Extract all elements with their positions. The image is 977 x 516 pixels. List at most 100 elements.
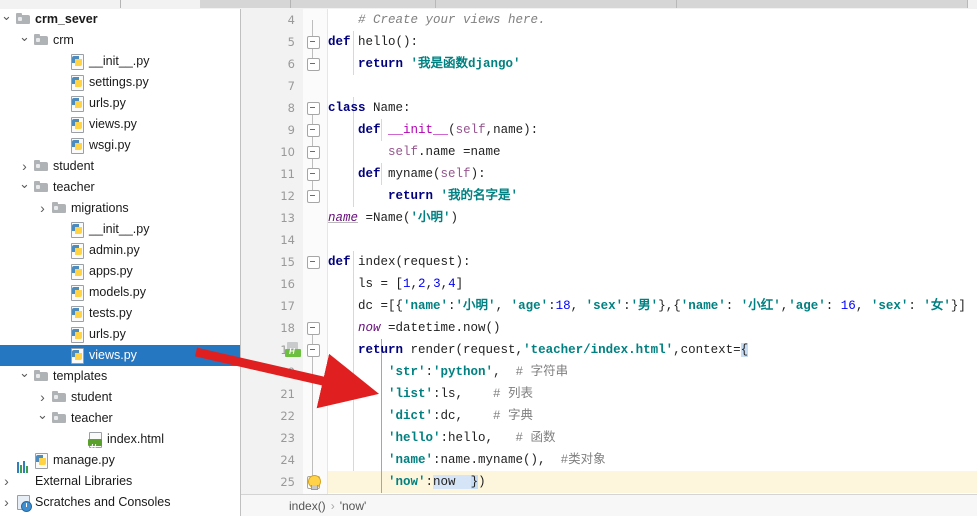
editor-pane[interactable]: 45678910111213141516171819202122232425 #… (241, 9, 977, 516)
code-line[interactable]: dc =[{'name':'小明', 'age':18, 'sex':'男'},… (328, 295, 966, 317)
tree-item-views-py[interactable]: views.py (0, 114, 240, 135)
tree-item-wsgi-py[interactable]: wsgi.py (0, 135, 240, 156)
fold-toggle-icon[interactable] (307, 344, 320, 357)
fold-toggle-icon[interactable] (307, 256, 320, 269)
tree-item-label: manage.py (53, 453, 115, 467)
tree-item-crm-sever[interactable]: crm_sever (0, 9, 240, 30)
code-line[interactable]: return '我是函数django' (328, 53, 521, 75)
chevron-down-icon[interactable] (0, 9, 13, 30)
line-number: 6 (287, 57, 295, 71)
code-line[interactable]: # Create your views here. (328, 9, 546, 31)
tree-item-label: admin.py (89, 243, 140, 257)
tree-item-label: urls.py (89, 96, 126, 110)
tree-item--init-py[interactable]: __init__.py (0, 219, 240, 240)
code-line[interactable]: def myname(self): (328, 163, 486, 185)
code-line[interactable]: self.name =name (328, 141, 501, 163)
fold-toggle-icon[interactable] (307, 58, 320, 71)
line-number: 21 (280, 387, 295, 401)
line-number: 18 (280, 321, 295, 335)
tree-item-apps-py[interactable]: apps.py (0, 261, 240, 282)
tree-item-urls-py[interactable]: urls.py (0, 324, 240, 345)
fold-toggle-icon[interactable] (307, 124, 320, 137)
tree-item--init-py[interactable]: __init__.py (0, 51, 240, 72)
tree-item-label: migrations (71, 201, 129, 215)
code-line[interactable]: def hello(): (328, 31, 418, 53)
line-number: 16 (280, 277, 295, 291)
tree-item-scratches-and-consoles[interactable]: Scratches and Consoles (0, 492, 240, 513)
code-line[interactable]: def __init__(self,name): (328, 119, 538, 141)
toolbar-segment (436, 0, 677, 8)
tree-item-label: views.py (89, 348, 137, 362)
fold-toggle-icon[interactable] (307, 146, 320, 159)
tree-item-migrations[interactable]: migrations (0, 198, 240, 219)
fold-toggle-icon[interactable] (307, 322, 320, 335)
line-number: 17 (280, 299, 295, 313)
tree-item-label: index.html (107, 432, 164, 446)
fold-toggle-icon[interactable] (307, 168, 320, 181)
fold-toggle-icon[interactable] (307, 190, 320, 203)
tree-item-label: urls.py (89, 327, 126, 341)
tree-item-student[interactable]: student (0, 156, 240, 177)
chevron-right-icon[interactable] (36, 387, 49, 408)
line-number-gutter[interactable]: 45678910111213141516171819202122232425 (241, 9, 304, 494)
tree-item-external-libraries[interactable]: External Libraries (0, 461, 240, 492)
intention-bulb-icon[interactable] (307, 475, 321, 490)
code-line[interactable]: name =Name('小明') (328, 207, 458, 229)
tree-item-label: teacher (53, 180, 95, 194)
tree-item-student[interactable]: student (0, 387, 240, 408)
tree-item-teacher[interactable]: teacher (0, 177, 240, 198)
tree-item-templates[interactable]: templates (0, 366, 240, 387)
fold-toggle-icon[interactable] (307, 102, 320, 115)
line-number: 11 (280, 167, 295, 181)
breadcrumb[interactable]: index() › 'now' (289, 495, 366, 516)
tree-item-manage-py[interactable]: manage.py (0, 450, 240, 471)
tree-item-index-html[interactable]: index.html (0, 429, 240, 458)
code-line[interactable]: 'hello':hello, # 函数 (328, 427, 556, 449)
html-template-gutter-icon[interactable] (285, 342, 301, 358)
tree-item-label: models.py (89, 285, 146, 299)
tree-item-crm[interactable]: crm (0, 30, 240, 51)
breadcrumb-separator-icon: › (330, 499, 335, 513)
code-line[interactable]: class Name: (328, 97, 411, 119)
code-line[interactable]: now =datetime.now() (328, 317, 501, 339)
code-line[interactable]: 'name':name.myname(), #类对象 (328, 449, 606, 471)
chevron-right-icon[interactable] (18, 156, 31, 177)
code-line[interactable]: return '我的名字是' (328, 185, 518, 207)
chevron-down-icon[interactable] (18, 30, 31, 51)
code-line[interactable]: 'list':ls, # 列表 (328, 383, 533, 405)
chevron-right-icon[interactable] (36, 198, 49, 219)
tree-item-teacher[interactable]: teacher (0, 408, 240, 429)
line-number: 24 (280, 453, 295, 467)
code-text-area[interactable]: # Create your views here. def hello(): re… (328, 9, 977, 494)
code-line[interactable]: 'dict':dc, # 字典 (328, 405, 533, 427)
chevron-down-icon[interactable] (36, 408, 49, 429)
code-line[interactable]: ls = [1,2,3,4] (328, 273, 463, 295)
toolbar-divider (290, 0, 291, 8)
code-line[interactable]: 'now':now }) (328, 471, 486, 493)
breadcrumb-key[interactable]: 'now' (340, 499, 367, 513)
code-line[interactable]: return render(request,'teacher/index.htm… (328, 339, 749, 361)
tree-item-models-py[interactable]: models.py (0, 282, 240, 303)
project-tool-window[interactable]: crm_severcrm __init__.py settings.py urls.p… (0, 9, 241, 516)
fold-toggle-icon[interactable] (307, 36, 320, 49)
chevron-down-icon[interactable] (18, 177, 31, 198)
tree-item-urls-py[interactable]: urls.py (0, 93, 240, 114)
breadcrumb-function[interactable]: index() (289, 499, 326, 513)
chevron-down-icon[interactable] (18, 366, 31, 387)
tree-item-views-py[interactable]: views.py (0, 345, 240, 366)
editor-breadcrumbs: index() › 'now' (241, 494, 977, 516)
line-number: 13 (280, 211, 295, 225)
code-folding-column[interactable] (303, 9, 328, 494)
line-number: 12 (280, 189, 295, 203)
chevron-right-icon[interactable] (0, 471, 13, 492)
tree-item-settings-py[interactable]: settings.py (0, 72, 240, 93)
line-number: 15 (280, 255, 295, 269)
code-line[interactable]: def index(request): (328, 251, 471, 273)
tree-item-admin-py[interactable]: admin.py (0, 240, 240, 261)
chevron-right-icon[interactable] (0, 492, 13, 513)
tree-item-tests-py[interactable]: tests.py (0, 303, 240, 324)
line-number: 23 (280, 431, 295, 445)
toolbar-segment (677, 0, 968, 8)
line-number: 10 (280, 145, 295, 159)
code-line[interactable]: 'str':'python', # 字符串 (328, 361, 568, 383)
